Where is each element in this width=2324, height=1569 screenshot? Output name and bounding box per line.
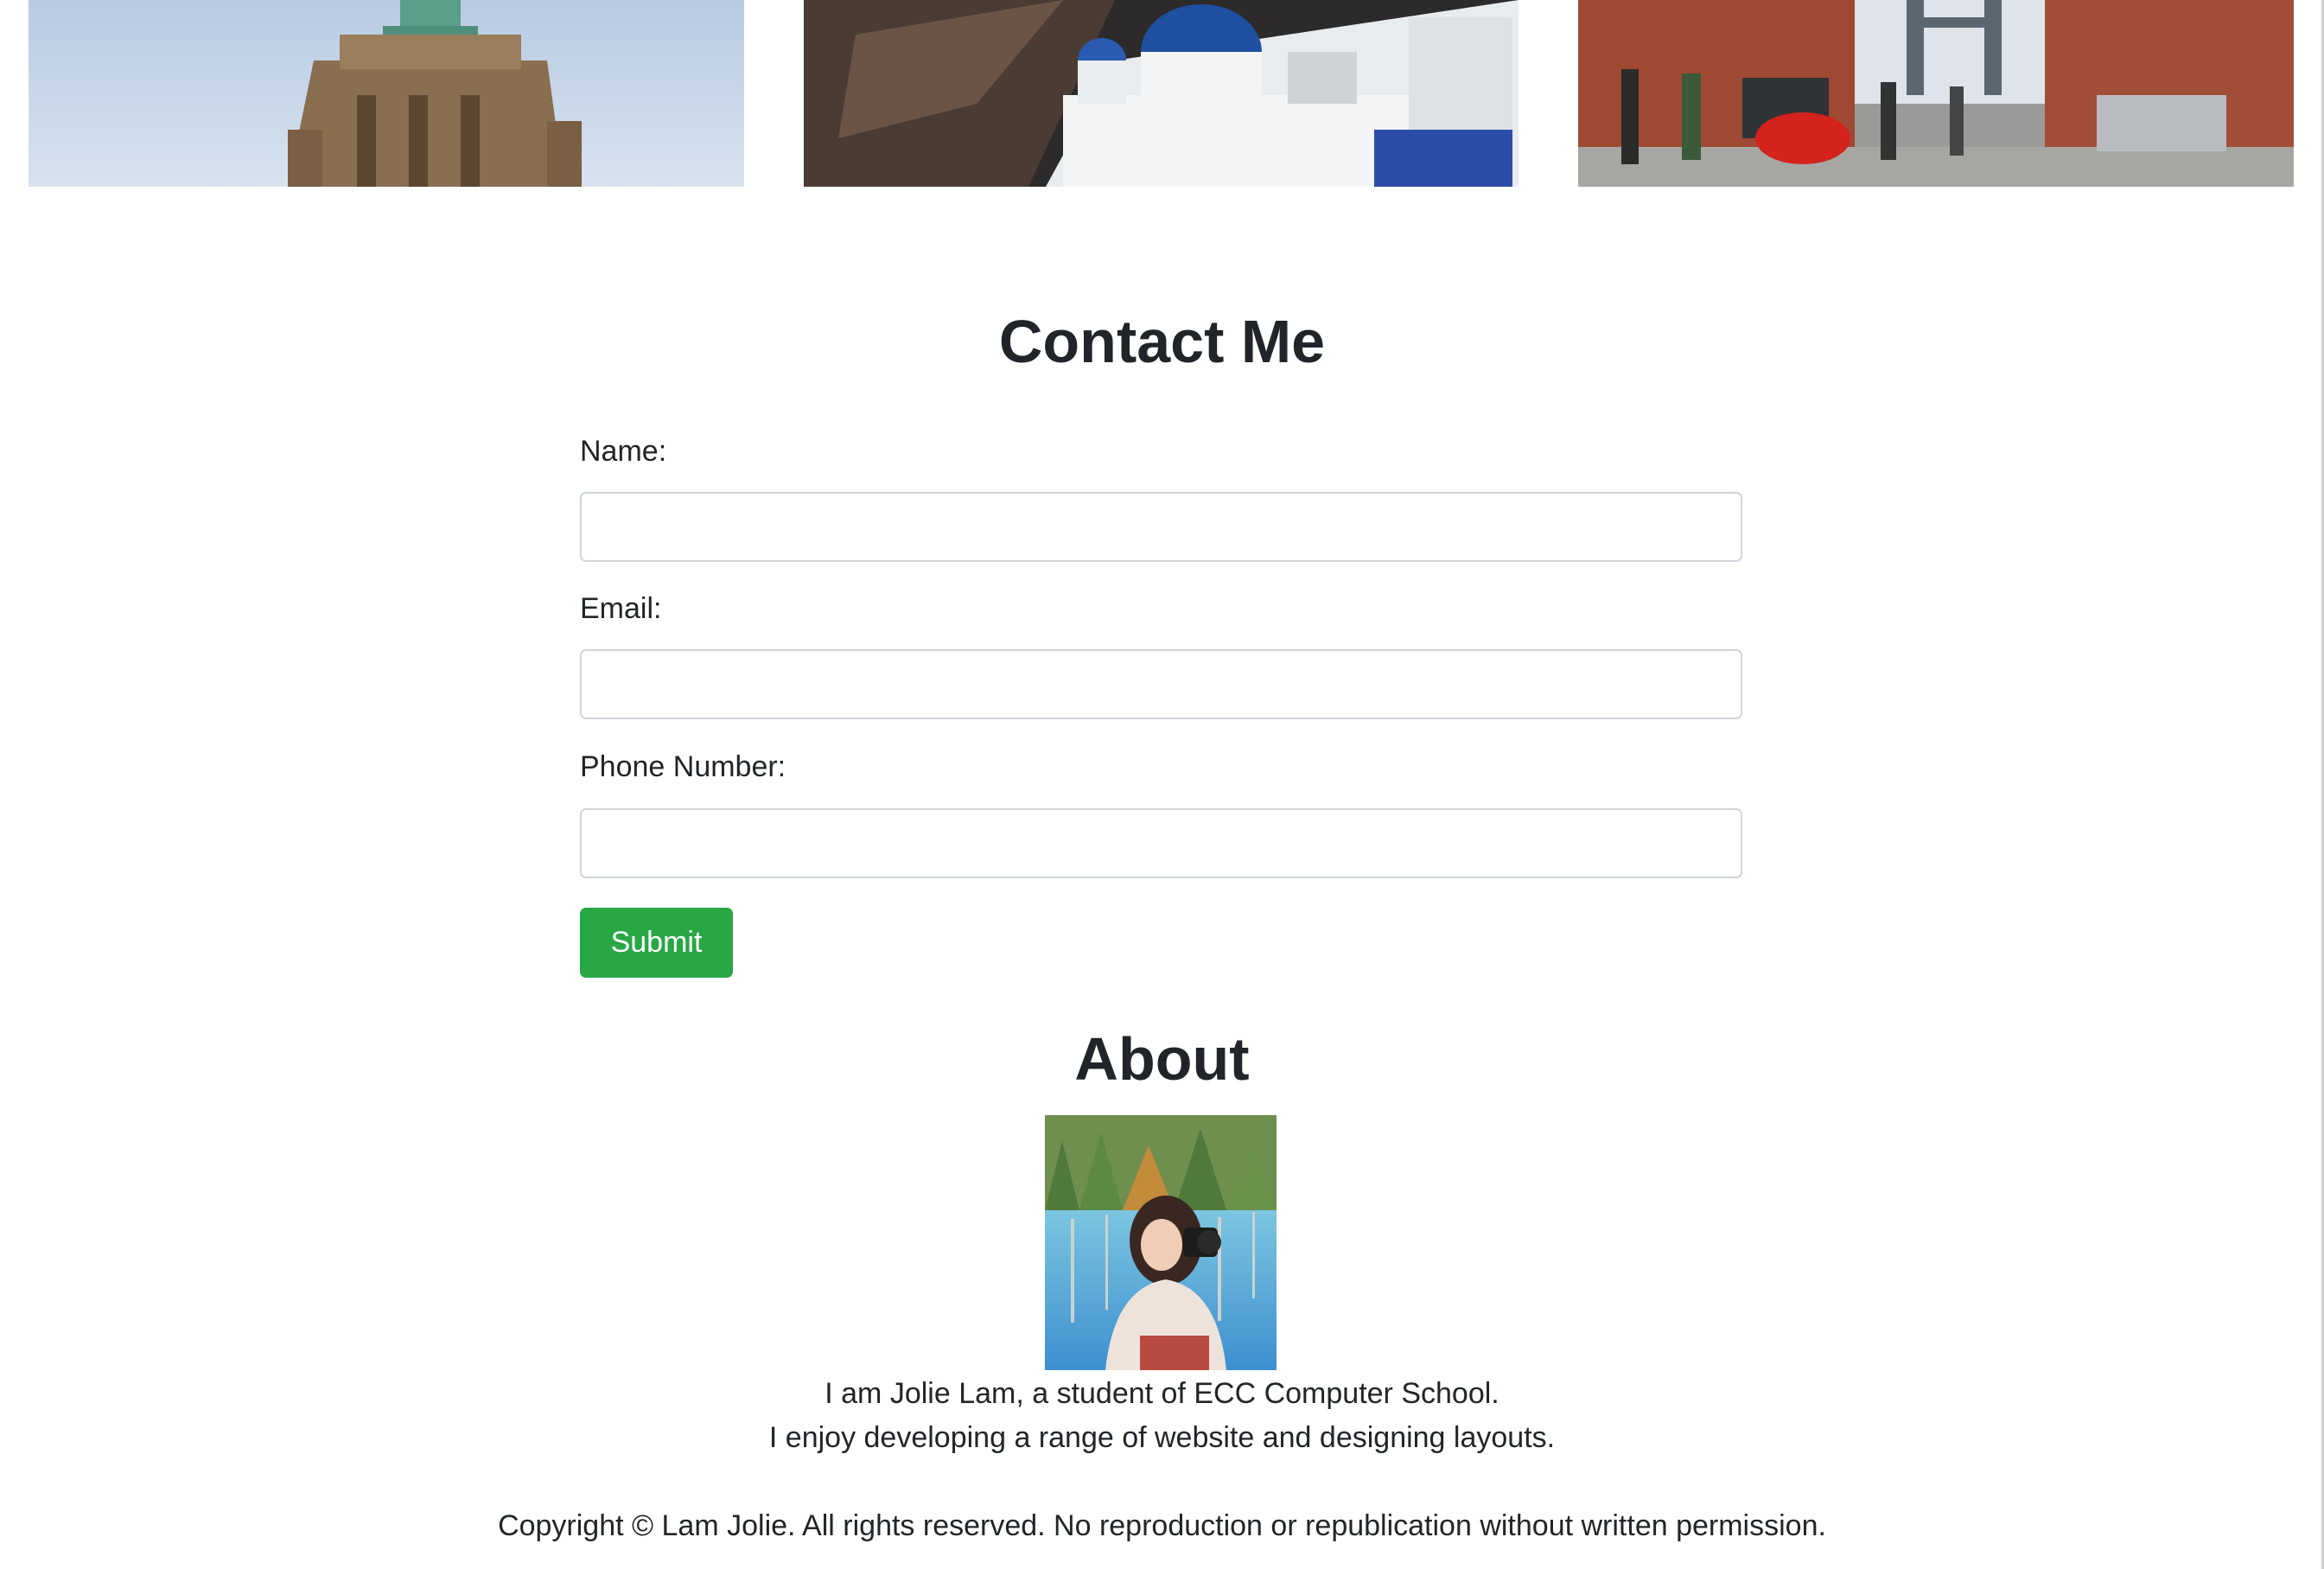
gallery-photo-brooklyn[interactable] [1578, 0, 2294, 187]
email-label: Email: [580, 592, 662, 625]
portrait-photo-icon [1045, 1115, 1277, 1370]
copyright-footer: Copyright © Lam Jolie. All rights reserv… [498, 1509, 1826, 1542]
submit-button[interactable]: Submit [580, 908, 733, 978]
phone-label: Phone Number: [580, 750, 786, 783]
statue-of-liberty-photo-icon [29, 0, 744, 187]
bio-line-2: I enjoy developing a range of website an… [768, 1421, 1556, 1454]
photo-gallery [0, 0, 2324, 187]
phone-input[interactable] [580, 808, 1742, 878]
portrait-image [1045, 1115, 1277, 1370]
name-label: Name: [580, 435, 667, 468]
brooklyn-street-photo-icon [1578, 0, 2294, 187]
gallery-photo-statue-of-liberty[interactable] [29, 0, 744, 187]
contact-title: Contact Me [998, 308, 1326, 375]
about-title: About [1074, 1025, 1250, 1093]
name-input[interactable] [580, 492, 1742, 562]
santorini-photo-icon [804, 0, 1519, 187]
gallery-photo-santorini[interactable] [804, 0, 1519, 187]
bio-line-1: I am Jolie Lam, a student of ECC Compute… [825, 1377, 1499, 1410]
email-input[interactable] [580, 649, 1742, 719]
